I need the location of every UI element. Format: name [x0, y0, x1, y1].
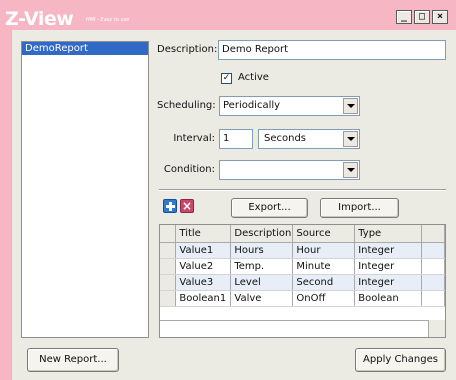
table-cell[interactable]: Value1: [175, 242, 232, 259]
table-row[interactable]: Value3 Level Second Integer: [160, 274, 445, 291]
row-header[interactable]: [160, 242, 177, 259]
active-label: Active: [238, 72, 269, 83]
interval-field[interactable]: 1: [219, 129, 253, 149]
table-row[interactable]: Value1 Hours Hour Integer: [160, 242, 445, 259]
table-row[interactable]: Value2 Temp. Minute Integer: [160, 258, 445, 275]
row-header-corner: [160, 225, 177, 243]
table-cell[interactable]: Valve: [230, 290, 294, 307]
export-button[interactable]: Export...: [231, 198, 308, 218]
table-cell-filler: [421, 258, 445, 275]
active-checkbox[interactable]: ✓: [221, 73, 232, 84]
table-header-row: Title Description Source Type: [160, 225, 445, 243]
import-button[interactable]: Import...: [320, 198, 399, 218]
description-label: Description:: [157, 44, 218, 55]
scrollbar-corner: [428, 320, 445, 337]
close-button[interactable]: ×: [432, 10, 448, 24]
interval-label: Interval:: [173, 133, 215, 144]
table-cell-filler: [421, 274, 445, 291]
column-header[interactable]: Source: [292, 225, 356, 243]
table-cell[interactable]: Value3: [175, 274, 232, 291]
table-cell[interactable]: Integer: [354, 258, 423, 275]
table-cell[interactable]: Level: [230, 274, 294, 291]
x-icon[interactable]: ×: [180, 199, 194, 213]
separator: [159, 189, 446, 191]
app-logo: Z-View: [5, 8, 74, 30]
report-list-item[interactable]: DemoReport: [22, 42, 148, 55]
condition-select[interactable]: [219, 160, 360, 180]
scheduling-value: Periodically: [223, 100, 281, 111]
table-row[interactable]: Boolean1 Valve OnOff Boolean: [160, 290, 445, 307]
table-cell[interactable]: Temp.: [230, 258, 294, 275]
table-cell[interactable]: Value2: [175, 258, 232, 275]
report-list[interactable]: [21, 41, 149, 338]
column-header-filler: [421, 225, 445, 243]
interval-unit-select[interactable]: Seconds: [258, 129, 360, 149]
chevron-down-icon[interactable]: [343, 131, 358, 147]
chevron-down-icon[interactable]: [343, 98, 358, 114]
table-cell-filler: [421, 242, 445, 259]
new-report-button[interactable]: New Report...: [27, 348, 119, 372]
window-controls: _ □ ×: [396, 10, 448, 26]
plus-icon[interactable]: [163, 199, 177, 213]
minimize-button[interactable]: _: [396, 10, 412, 24]
table-cell[interactable]: Hour: [292, 242, 356, 259]
table-cell[interactable]: OnOff: [292, 290, 356, 307]
table-cell[interactable]: Boolean1: [175, 290, 232, 307]
column-header[interactable]: Title: [175, 225, 232, 243]
table-cell[interactable]: Integer: [354, 242, 423, 259]
app-tagline: HMI - Easy to use: [86, 17, 130, 23]
row-header[interactable]: [160, 258, 177, 275]
table-cell[interactable]: Hours: [230, 242, 294, 259]
row-header[interactable]: [160, 274, 177, 291]
table-cell[interactable]: Boolean: [354, 290, 423, 307]
condition-label: Condition:: [163, 164, 215, 175]
horizontal-scrollbar[interactable]: [160, 320, 445, 337]
table-cell[interactable]: Minute: [292, 258, 356, 275]
maximize-button[interactable]: □: [414, 10, 430, 24]
scheduling-select[interactable]: Periodically: [219, 96, 360, 116]
table-cell[interactable]: Integer: [354, 274, 423, 291]
table-cell-filler: [421, 290, 445, 307]
table-cell[interactable]: Second: [292, 274, 356, 291]
column-header[interactable]: Description: [230, 225, 294, 243]
row-header[interactable]: [160, 290, 177, 307]
description-field[interactable]: Demo Report: [218, 40, 446, 60]
scheduling-label: Scheduling:: [157, 100, 216, 111]
column-header[interactable]: Type: [354, 225, 423, 243]
interval-unit-value: Seconds: [264, 133, 307, 144]
apply-changes-button[interactable]: Apply Changes: [355, 348, 446, 372]
chevron-down-icon[interactable]: [343, 162, 358, 178]
